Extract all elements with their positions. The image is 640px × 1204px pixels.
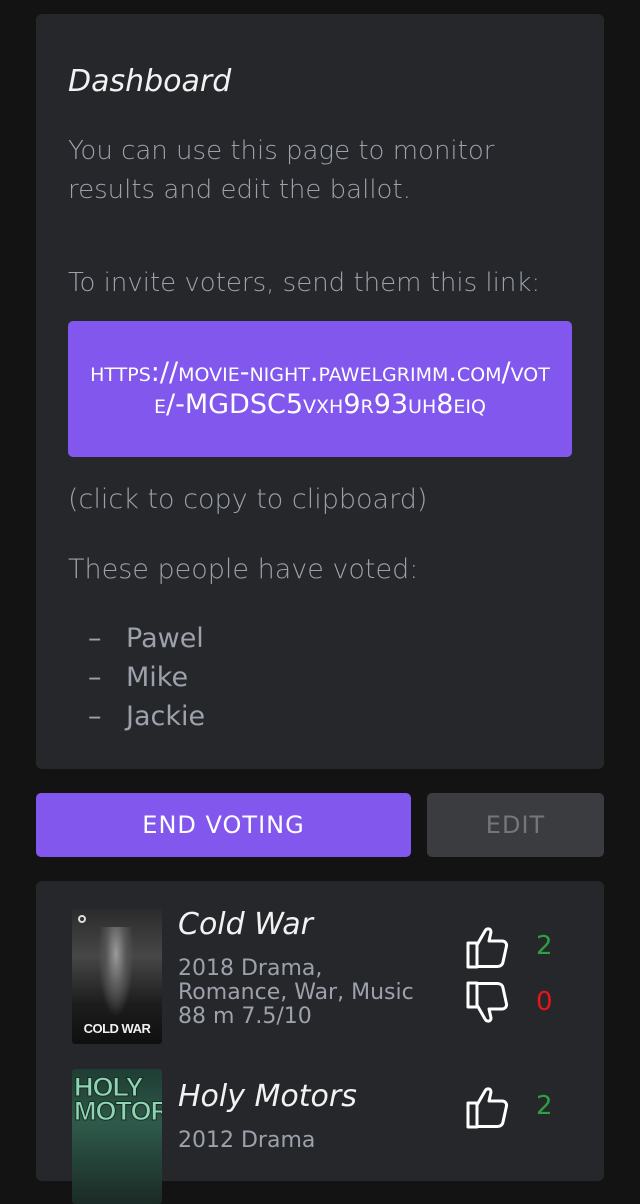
movie-poster: HOLY MOTORS	[72, 1069, 162, 1204]
movie-title: Holy Motors	[178, 1079, 357, 1114]
voter-name: Jackie	[126, 701, 206, 732]
invite-link-button[interactable]: https://movie-night.pawelgrimm.com/vote/…	[68, 321, 572, 457]
voted-label: These people have voted:	[68, 554, 419, 585]
voter-name: Mike	[126, 662, 189, 693]
dashboard-card: Dashboard You can use this page to monit…	[36, 14, 604, 769]
thumbs-up-icon[interactable]	[464, 1083, 512, 1131]
dashboard-title: Dashboard	[68, 64, 232, 99]
movie-title: Cold War	[178, 907, 313, 942]
upvote-count: 2	[536, 1091, 553, 1121]
copy-hint: (click to copy to clipboard)	[68, 484, 428, 515]
invite-label: To invite voters, send them this link:	[68, 268, 541, 298]
list-marker: –	[88, 623, 102, 654]
movie-meta: 2018 Drama, Romance, War, Music 88 m 7.5…	[178, 956, 414, 1029]
thumbs-up-icon[interactable]	[464, 923, 512, 971]
downvote-count: 0	[536, 987, 553, 1017]
list-item: – Mike	[88, 658, 205, 697]
poster-title: HOLY MOTORS	[74, 1072, 163, 1126]
list-item: – Pawel	[88, 619, 205, 658]
movie-meta: 2012 Drama	[178, 1128, 316, 1153]
list-marker: –	[88, 701, 102, 732]
edit-button[interactable]: EDIT	[427, 793, 604, 857]
voters-list: – Pawel – Mike – Jackie	[88, 619, 205, 736]
end-voting-button[interactable]: END VOTING	[36, 793, 411, 857]
thumbs-down-icon[interactable]	[464, 979, 512, 1027]
dashboard-description: You can use this page to monitor results…	[68, 136, 495, 205]
movie-poster: COLD WAR	[72, 909, 162, 1044]
poster-title: COLD WAR	[83, 1021, 151, 1036]
logo-icon	[78, 915, 86, 923]
list-item: – Jackie	[88, 697, 205, 736]
list-marker: –	[88, 662, 102, 693]
voter-name: Pawel	[126, 623, 204, 654]
movie-list-card: COLD WAR Cold War 2018 Drama, Romance, W…	[36, 881, 604, 1204]
upvote-count: 2	[536, 931, 553, 961]
